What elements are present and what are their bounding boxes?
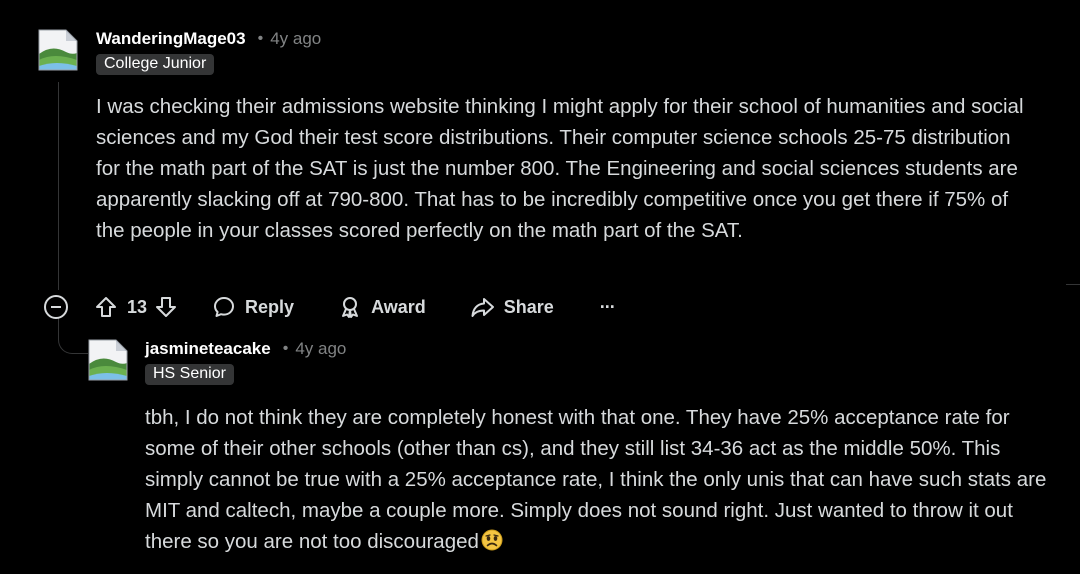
reply-body: tbh, I do not think they are completely … [145,402,1050,560]
minus-icon [51,306,61,308]
avatar[interactable] [36,26,80,72]
separator-dot: • [257,30,264,47]
more-options-button[interactable]: ··· [599,296,616,318]
reply-author-name[interactable]: jasmineteacake [145,339,271,359]
collapse-button[interactable] [44,295,68,319]
award-button[interactable]: Award [338,295,426,319]
reply-header: jasmineteacake • 4y ago [145,337,346,361]
share-button[interactable]: Share [470,295,554,319]
divider [1066,284,1080,285]
timestamp[interactable]: 4y ago [270,29,321,49]
reply-user-flair: HS Senior [145,364,234,385]
upvote-arrow-icon [96,297,116,317]
reply-button[interactable]: Reply [212,295,294,319]
upvote-button[interactable] [94,295,118,319]
comment-thread: WanderingMage03 • 4y ago College Junior … [0,0,1080,574]
ellipsis-icon: ··· [599,296,616,317]
reply-timestamp[interactable]: 4y ago [295,339,346,359]
comment-body: I was checking their admissions website … [96,95,1024,242]
frowning-face-emoji [481,529,503,560]
separator-dot: • [282,340,289,357]
avatar-icon [88,339,128,381]
share-icon [471,298,494,317]
author-name[interactable]: WanderingMage03 [96,29,246,49]
reply-avatar[interactable] [86,336,130,382]
downvote-button[interactable] [154,295,178,319]
comment-header: WanderingMage03 • 4y ago [96,27,321,51]
share-label: Share [503,296,554,317]
thread-line[interactable] [58,82,59,290]
comment-action-bar: 13 Reply Award Share ··· [44,290,616,324]
award-label: Award [371,296,426,317]
avatar-icon [38,29,78,71]
vote-count: 13 [127,296,148,317]
speech-bubble-icon [214,297,235,317]
user-flair: College Junior [96,54,215,75]
reply-label: Reply [245,296,295,317]
award-icon [342,297,359,318]
downvote-arrow-icon [156,297,177,317]
reply-text: tbh, I do not think they are completely … [145,406,1047,553]
